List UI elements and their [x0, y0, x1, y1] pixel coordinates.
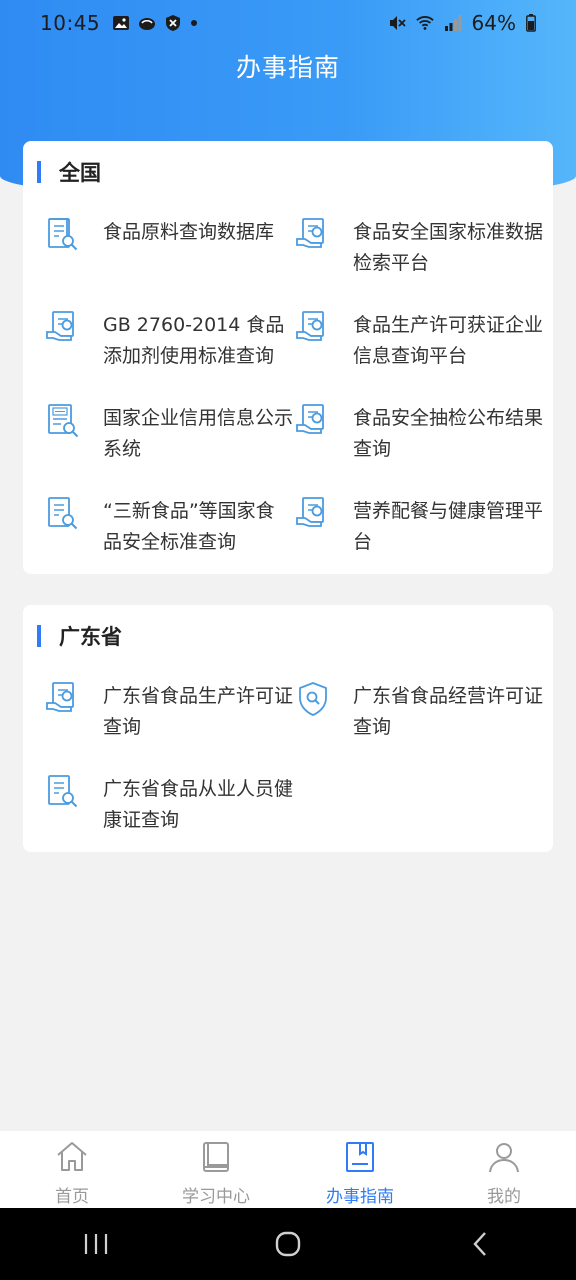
page-title: 办事指南: [235, 53, 340, 82]
document-search-icon: [48, 775, 78, 808]
app-notification-icon: [139, 18, 156, 30]
guide-item-gd-health-certificate[interactable]: 广东省食品从业人员健康证查询: [45, 774, 295, 854]
section-header: 全国: [37, 159, 101, 185]
document-hand-icon: [296, 311, 324, 341]
status-bar: 10:45 64%: [0, 0, 576, 46]
back-button[interactable]: [450, 1219, 510, 1269]
section-title: 广东省: [59, 625, 122, 649]
home-circle-icon: [275, 1231, 301, 1257]
section-accent-bar: [37, 161, 41, 183]
home-button[interactable]: [258, 1219, 318, 1269]
guide-item-gd-business-license[interactable]: 广东省食品经营许可证查询: [295, 681, 545, 761]
guide-item-sampling-results[interactable]: 食品安全抽检公布结果查询: [295, 403, 545, 483]
guide-item-label: 广东省食品从业人员健康证查询: [103, 778, 294, 831]
system-nav-bar: [0, 1208, 576, 1280]
section-accent-bar: [37, 625, 41, 647]
dot-icon: [191, 20, 198, 26]
document-hand-icon: [46, 311, 74, 341]
guide-item-label: “三新食品”等国家食品安全标准查询: [103, 500, 275, 553]
tab-label: 首页: [55, 1187, 89, 1207]
recent-apps-icon: [84, 1234, 108, 1254]
document-hand-icon: [46, 682, 74, 712]
mute-icon: [389, 16, 406, 30]
guide-item-food-ingredient-db[interactable]: 食品原料查询数据库: [45, 217, 295, 297]
credit-search-icon: [48, 404, 79, 438]
national-section-card: 全国 食品原料查询数据库 食品安全国家标准数据检索平台 GB 2760-2014…: [23, 141, 553, 574]
guide-item-label: 广东省食品经营许可证查询: [353, 685, 544, 738]
signal-icon: [444, 15, 462, 31]
tab-learning-center[interactable]: 学习中心: [144, 1131, 288, 1208]
user-icon: [489, 1143, 519, 1173]
tab-label: 学习中心: [182, 1187, 250, 1207]
section-title: 全国: [59, 161, 101, 185]
gallery-icon: [113, 16, 130, 30]
guide-item-label: 食品安全国家标准数据检索平台: [353, 221, 544, 274]
battery-icon: [526, 14, 536, 32]
guide-item-gd-production-license[interactable]: 广东省食品生产许可证查询: [45, 681, 295, 761]
tab-label: 我的: [487, 1187, 521, 1207]
guide-item-food-safety-standards[interactable]: 食品安全国家标准数据检索平台: [295, 217, 545, 297]
back-icon: [473, 1232, 486, 1256]
book-icon: [203, 1142, 229, 1172]
guide-item-label: GB 2760-2014 食品添加剂使用标准查询: [103, 314, 285, 367]
status-time: 10:45: [40, 11, 101, 35]
guide-item-label: 广东省食品生产许可证查询: [103, 685, 294, 738]
guide-item-nutrition-platform[interactable]: 营养配餐与健康管理平台: [295, 496, 545, 576]
guide-item-gb2760-additives[interactable]: GB 2760-2014 食品添加剂使用标准查询: [45, 310, 295, 390]
wifi-icon: [415, 16, 434, 30]
document-hand-icon: [296, 218, 324, 248]
tab-guide[interactable]: 办事指南: [288, 1131, 432, 1208]
shield-search-icon: [299, 682, 327, 716]
tab-profile[interactable]: 我的: [432, 1131, 576, 1208]
guide-item-label: 国家企业信用信息公示系统: [103, 407, 294, 460]
guide-item-production-license-companies[interactable]: 食品生产许可获证企业信息查询平台: [295, 310, 545, 390]
section-header: 广东省: [37, 623, 122, 649]
document-search-icon: [48, 218, 78, 251]
guide-item-label: 食品安全抽检公布结果查询: [353, 407, 544, 460]
guide-item-label: 营养配餐与健康管理平台: [353, 500, 544, 553]
home-icon: [57, 1142, 87, 1171]
battery-percent: 64%: [471, 11, 516, 35]
guide-item-credit-info-system[interactable]: 国家企业信用信息公示系统: [45, 403, 295, 483]
guide-icon: [346, 1142, 374, 1172]
recent-apps-button[interactable]: [66, 1219, 126, 1269]
guide-item-label: 食品原料查询数据库: [103, 221, 275, 243]
guide-item-label: 食品生产许可获证企业信息查询平台: [353, 314, 544, 367]
shield-x-icon: [166, 15, 181, 31]
document-search-icon: [48, 497, 78, 530]
bottom-tab-bar: 首页 学习中心 办事指南 我的: [0, 1131, 576, 1208]
guide-item-three-new-foods[interactable]: “三新食品”等国家食品安全标准查询: [45, 496, 295, 576]
document-hand-icon: [296, 404, 324, 434]
document-hand-icon: [296, 497, 324, 527]
tab-label: 办事指南: [326, 1187, 394, 1207]
province-section-card: 广东省 广东省食品生产许可证查询 广东省食品经营许可证查询 广东省食品从业人员健…: [23, 605, 553, 852]
tab-home[interactable]: 首页: [0, 1131, 144, 1208]
